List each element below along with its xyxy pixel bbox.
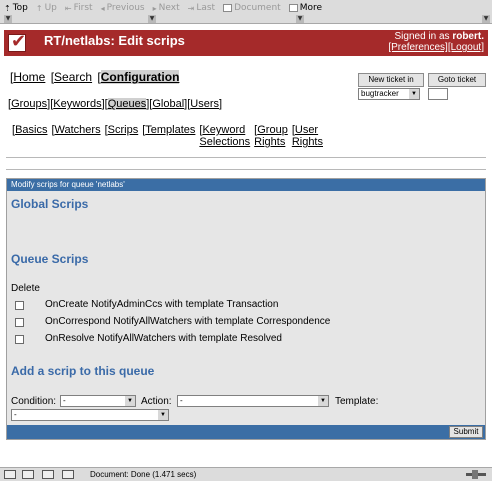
status-text: Document: Done (1.471 secs) <box>90 470 197 479</box>
home-icon: ⇡ <box>4 3 11 13</box>
queue-scrips-heading: Queue Scrips <box>11 252 89 266</box>
menu-search[interactable]: [Search <box>51 70 92 84</box>
delete-checkbox[interactable] <box>15 335 24 344</box>
header-links: [Preferences][Logout] <box>388 42 484 53</box>
panel-title: Modify scrips for queue 'netlabs' <box>7 179 485 191</box>
template-label: Template: <box>335 396 379 407</box>
scrip-item: OnResolve NotifyAllWatchers with templat… <box>45 333 282 344</box>
action-select[interactable]: - ▼ <box>177 395 329 407</box>
queue-menu-keyword-selections[interactable]: [Keyword Selections <box>199 124 250 148</box>
condition-label: Condition: <box>11 396 57 407</box>
chevron-down-icon: ▼ <box>318 396 328 406</box>
divider <box>6 157 486 158</box>
menu-configuration[interactable]: [Configuration <box>97 70 180 84</box>
submit-button[interactable]: Submit <box>449 426 483 438</box>
queue-submenu: [Basics [Watchers [Scrips [Templates [Ke… <box>12 124 327 148</box>
nav-top-button[interactable]: ⇡ Top <box>4 3 28 13</box>
submenu-users[interactable]: [Users] <box>187 98 222 110</box>
next-icon: ▸ <box>152 3 157 13</box>
template-select[interactable]: - ▼ <box>11 409 169 421</box>
up-icon: ↑ <box>35 3 43 13</box>
collapse-arrow-icon[interactable]: ▼ <box>482 15 490 23</box>
scrip-item: OnCreate NotifyAdminCcs with template Tr… <box>45 299 279 310</box>
page-title: RT/netlabs: Edit scrips <box>44 33 185 48</box>
navigator-icon[interactable] <box>4 470 16 479</box>
ticket-number-field[interactable] <box>428 88 448 100</box>
submenu-groups[interactable]: [Groups] <box>8 98 50 110</box>
queue-menu-scrips[interactable]: [Scrips <box>105 124 139 136</box>
mail-icon[interactable] <box>22 470 34 479</box>
more-icon <box>288 4 298 12</box>
queue-menu-group-rights[interactable]: [Group Rights <box>254 124 288 148</box>
composer-icon[interactable] <box>42 470 54 479</box>
username: robert. <box>452 31 484 42</box>
goto-ticket-button[interactable]: Goto ticket <box>428 73 486 87</box>
chevron-down-icon: ▼ <box>158 410 168 420</box>
action-label: Action: <box>141 396 172 407</box>
nav-last-button[interactable]: ⇥ Last <box>188 3 215 13</box>
first-icon: ⇤ <box>64 3 72 13</box>
divider <box>6 169 486 170</box>
nav-buttons: ⇡ Top ↑ Up ⇤ First ◂ Previous ▸ Next ⇥ Last Do… <box>4 2 330 14</box>
queue-menu-user-rights[interactable]: [User Rights <box>292 124 323 148</box>
nav-up-button[interactable]: ↑ Up <box>36 3 57 13</box>
collapse-arrow-icon[interactable]: ▼ <box>4 15 12 23</box>
last-icon: ⇥ <box>187 3 195 13</box>
nav-previous-button[interactable]: ◂ Previous <box>101 3 145 13</box>
queue-menu-basics[interactable]: [Basics <box>12 124 47 136</box>
config-submenu: [Groups][Keywords][Queues][Global][Users… <box>8 98 222 110</box>
main-menu: [Home [Search [Configuration <box>10 70 181 84</box>
nav-more-button[interactable]: More <box>288 3 322 13</box>
panel-footer: Submit <box>7 425 485 439</box>
rt-logo-icon[interactable]: ✔ <box>8 31 26 52</box>
logout-link[interactable]: [Logout] <box>448 42 484 53</box>
delete-checkbox[interactable] <box>15 301 24 310</box>
preferences-link[interactable]: [Preferences] <box>388 42 447 53</box>
browser-toolbar: ⇡ Top ↑ Up ⇤ First ◂ Previous ▸ Next ⇥ Last Do… <box>0 0 492 24</box>
queue-menu-watchers[interactable]: [Watchers <box>51 124 100 136</box>
signed-in-text: Signed in as robert. <box>394 31 485 42</box>
add-scrip-heading: Add a scrip to this queue <box>11 364 155 378</box>
scrip-item: OnCorrespond NotifyAllWatchers with temp… <box>45 316 331 327</box>
nav-first-button[interactable]: ⇤ First <box>65 3 93 13</box>
queue-menu-templates[interactable]: [Templates <box>142 124 195 136</box>
delete-checkbox[interactable] <box>15 318 24 327</box>
status-bar: Document: Done (1.471 secs) <box>0 467 492 481</box>
global-scrips-heading: Global Scrips <box>11 197 89 211</box>
new-ticket-button[interactable]: New ticket in <box>358 73 424 87</box>
submenu-queues[interactable]: [Queues] <box>105 98 149 110</box>
nav-document-button[interactable]: Document <box>223 3 281 13</box>
connection-icon <box>466 470 486 479</box>
previous-icon: ◂ <box>100 3 105 13</box>
queue-select[interactable]: bugtracker ▼ <box>358 88 420 100</box>
collapse-arrow-icon[interactable]: ▼ <box>148 15 156 23</box>
submenu-global[interactable]: [Global] <box>149 98 187 110</box>
submenu-keywords[interactable]: [Keywords] <box>50 98 104 110</box>
toolbar-collapse-row: ▼ ▼ ▼ ▼ <box>0 15 492 23</box>
menu-home[interactable]: [Home <box>10 70 45 84</box>
chevron-down-icon: ▼ <box>125 396 135 406</box>
chevron-down-icon: ▼ <box>409 89 419 99</box>
address-book-icon[interactable] <box>62 470 74 479</box>
rt-header: ✔ RT/netlabs: Edit scrips Signed in as r… <box>4 30 488 56</box>
modify-scrips-panel: Modify scrips for queue 'netlabs' Global… <box>6 178 486 440</box>
document-icon <box>223 4 233 12</box>
nav-next-button[interactable]: ▸ Next <box>153 3 180 13</box>
condition-select[interactable]: - ▼ <box>60 395 136 407</box>
collapse-arrow-icon[interactable]: ▼ <box>296 15 304 23</box>
delete-label: Delete <box>11 283 40 294</box>
